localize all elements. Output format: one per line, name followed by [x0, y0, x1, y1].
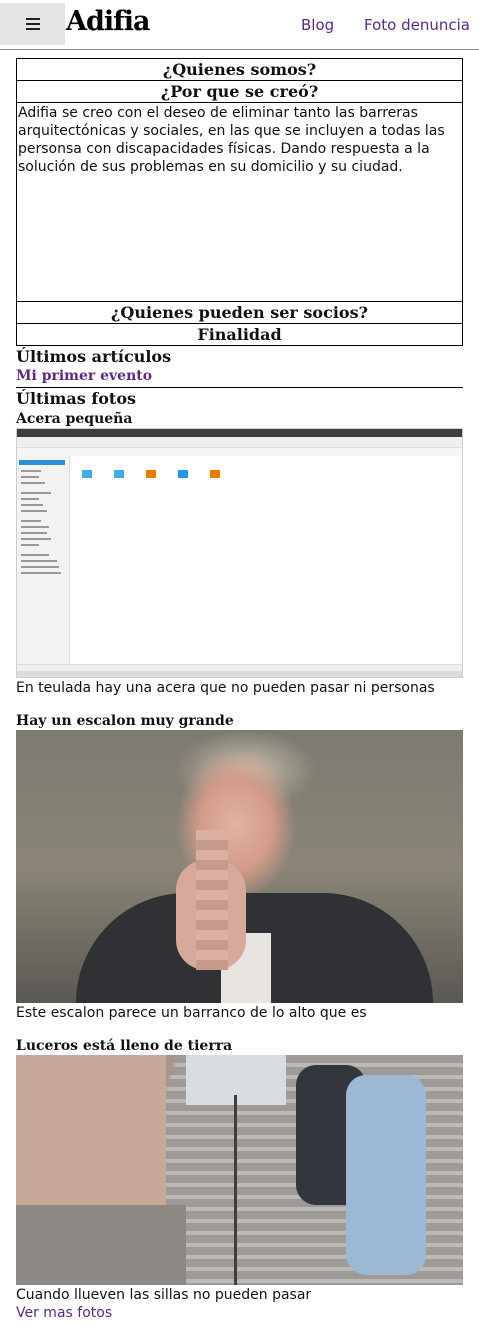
photo-title: Acera pequeña — [16, 411, 133, 427]
main-content: ¿Quienes somos? ¿Por que se creó? Adifia… — [16, 58, 463, 1322]
photo-title: Hay un escalon muy grande — [16, 713, 234, 729]
photo-image-escalon[interactable] — [16, 730, 463, 1003]
nav-link-blog[interactable]: Blog — [301, 16, 334, 34]
heading-por-que-se-creo: ¿Por que se creó? — [16, 80, 463, 103]
heading-quienes-pueden-ser-socios: ¿Quienes pueden ser socios? — [16, 301, 463, 324]
more-photos-link[interactable]: Ver mas fotos — [16, 1304, 463, 1322]
nav-link-foto-denuncia[interactable]: Foto denuncia — [364, 16, 470, 34]
latest-articles-title: Últimos artículos — [16, 347, 172, 366]
photo-image-acera[interactable] — [16, 428, 463, 678]
photo-title: Luceros está lleno de tierra — [16, 1038, 233, 1054]
latest-photos-title: Últimas fotos — [16, 389, 136, 408]
heading-finalidad: Finalidad — [16, 323, 463, 346]
photo-caption: Cuando llueven las sillas no pueden pasa… — [16, 1287, 312, 1303]
info-table: ¿Quienes somos? ¿Por que se creó? Adifia… — [16, 58, 463, 346]
photo-image-luceros[interactable] — [16, 1055, 463, 1285]
heading-quienes-somos: ¿Quienes somos? — [16, 58, 463, 81]
site-brand[interactable]: Adifia — [66, 6, 150, 37]
article-link[interactable]: Mi primer evento — [16, 367, 463, 388]
hamburger-icon — [25, 18, 40, 30]
menu-toggle-button[interactable] — [0, 3, 65, 45]
photo-caption: Este escalon parece un barranco de lo al… — [16, 1005, 367, 1021]
photo-caption: En teulada hay una acera que no pueden p… — [16, 680, 435, 696]
top-navbar: Adifia Blog Foto denuncia — [0, 0, 479, 50]
description-text: Adifia se creo con el deseo de eliminar … — [16, 102, 463, 302]
